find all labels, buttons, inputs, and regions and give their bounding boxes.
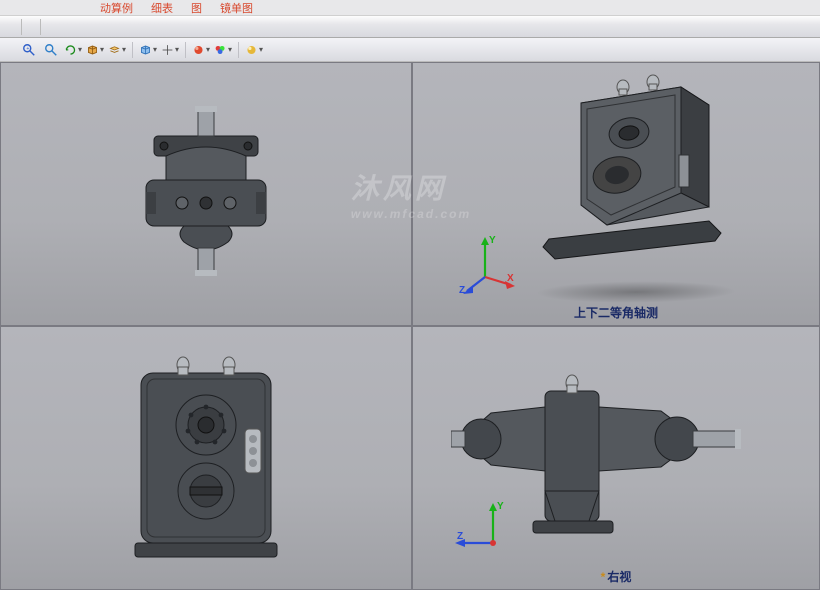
box-view-icon[interactable] bbox=[86, 41, 104, 59]
model-front-view bbox=[111, 343, 301, 573]
svg-text:Z: Z bbox=[459, 285, 465, 296]
zoom-window-icon[interactable]: + bbox=[20, 41, 38, 59]
ribbon-tab[interactable]: 动算例 bbox=[100, 0, 133, 16]
colors-icon[interactable] bbox=[214, 41, 232, 59]
layers-icon[interactable] bbox=[108, 41, 126, 59]
view-toolbar: + bbox=[0, 38, 820, 62]
pane-top-left[interactable] bbox=[0, 62, 412, 326]
svg-text:+: + bbox=[26, 46, 29, 52]
zoom-fit-icon[interactable] bbox=[42, 41, 60, 59]
pane-bottom-right[interactable]: Y Z **右视右视 bbox=[412, 326, 820, 590]
model-right-view bbox=[451, 373, 781, 543]
axis-icon[interactable] bbox=[161, 41, 179, 59]
viewport-grid: Y X Z 上下二等角轴测 沐风网www.mfcad.com bbox=[0, 62, 820, 590]
view-label: **右视右视 bbox=[601, 568, 632, 585]
box-blue-icon[interactable] bbox=[139, 41, 157, 59]
ribbon-tab[interactable]: 镜单图 bbox=[220, 0, 253, 16]
ribbon-tabs: 动算例 细表 图 镜单图 bbox=[0, 0, 820, 16]
rotate-icon[interactable] bbox=[64, 41, 82, 59]
model-top-view bbox=[86, 90, 326, 290]
ribbon-tab[interactable]: 细表 bbox=[151, 0, 173, 16]
ribbon-tab[interactable]: 图 bbox=[191, 0, 202, 16]
pane-bottom-left[interactable] bbox=[0, 326, 412, 590]
appearance-icon[interactable] bbox=[192, 41, 210, 59]
pane-top-right[interactable]: Y X Z 上下二等角轴测 沐风网www.mfcad.com bbox=[412, 62, 820, 326]
model-iso-view bbox=[491, 65, 761, 275]
app-root: 动算例 细表 图 镜单图 + bbox=[0, 0, 820, 590]
view-label: 上下二等角轴测 bbox=[574, 304, 658, 321]
ribbon-bar bbox=[0, 16, 820, 38]
sphere-icon[interactable] bbox=[245, 41, 263, 59]
